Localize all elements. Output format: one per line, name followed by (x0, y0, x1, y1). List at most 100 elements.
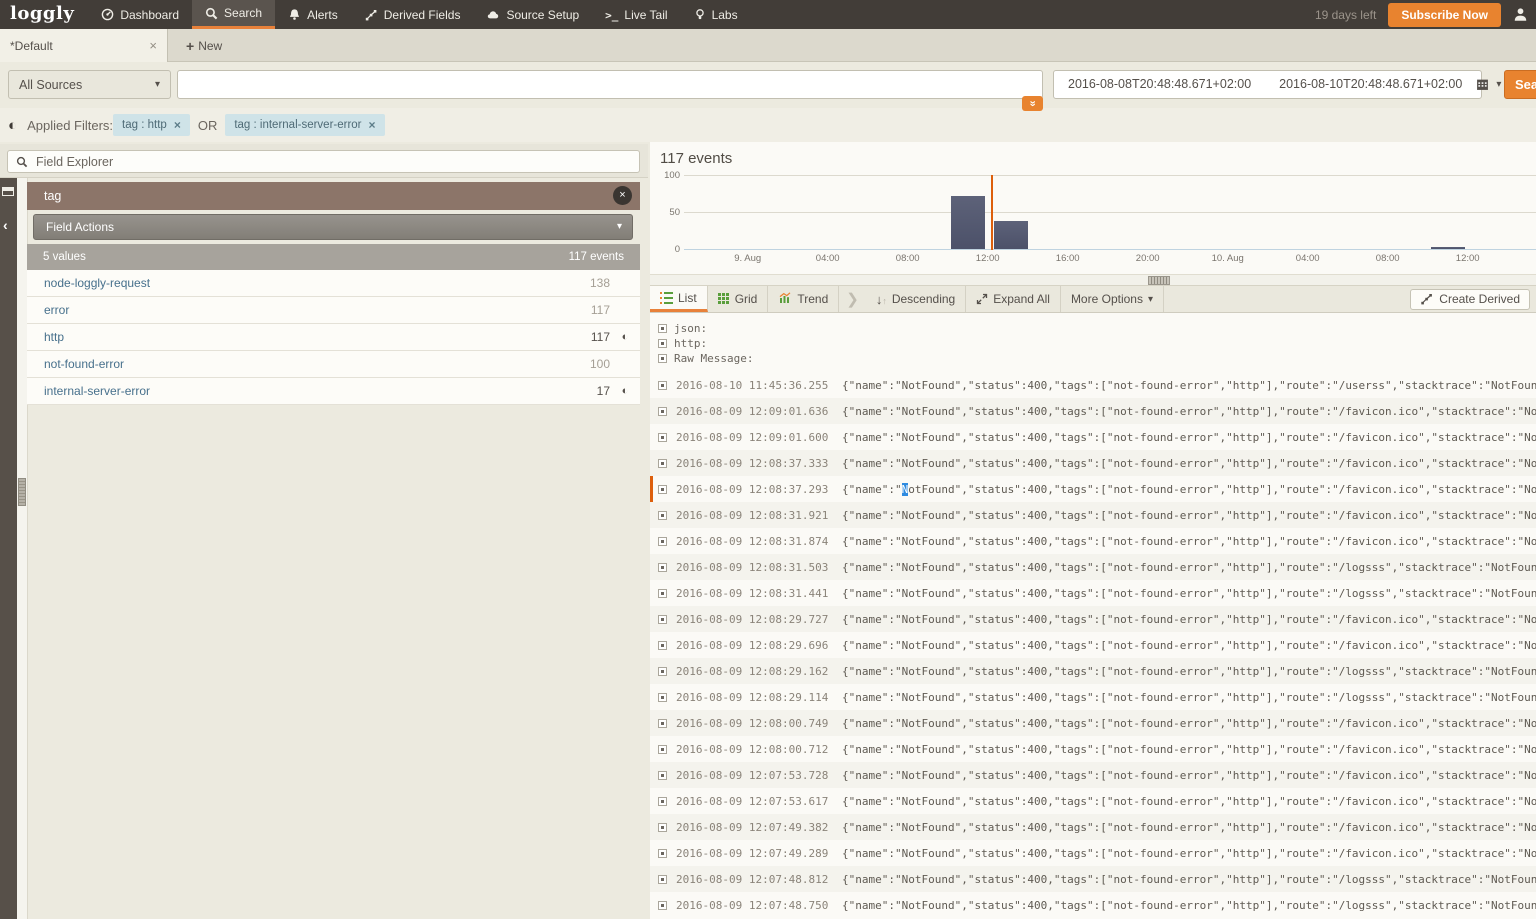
field-value-row[interactable]: internal-server-error 17 ◐ (27, 378, 640, 405)
log-event-row[interactable]: 2016-08-09 12:08:37.333 {"name":"NotFound… (650, 450, 1536, 476)
close-icon[interactable]: × (174, 118, 181, 132)
histogram-bar[interactable] (951, 195, 986, 249)
date-from-field[interactable]: 2016-08-08T20:48:48.671+02:00 (1054, 71, 1265, 98)
new-tab-button[interactable]: + New (186, 29, 222, 62)
field-explorer-search[interactable]: Field Explorer (7, 150, 640, 173)
expand-icon[interactable] (658, 432, 667, 442)
view-button-grid[interactable]: Grid (708, 286, 769, 312)
more-options-button[interactable]: More Options ▾ (1061, 286, 1164, 312)
scrollbar-thumb[interactable] (18, 478, 26, 506)
log-event-row[interactable]: 2016-08-09 12:08:37.293 {"name":"NotFound… (650, 476, 1536, 502)
expand-icon[interactable] (658, 822, 667, 832)
expand-icon[interactable] (658, 354, 667, 363)
expand-icon[interactable] (658, 562, 667, 572)
log-field-header[interactable]: json: (650, 321, 1536, 336)
filter-active-icon[interactable]: ◐ (610, 385, 640, 397)
collapse-panel-icon[interactable]: ‹ (3, 218, 8, 232)
log-field-header[interactable]: http: (650, 336, 1536, 351)
field-value-row[interactable]: error 117 (27, 297, 640, 324)
log-event-row[interactable]: 2016-08-09 12:08:31.441 {"name":"NotFound… (650, 580, 1536, 606)
log-event-row[interactable]: 2016-08-09 12:08:00.749 {"name":"NotFound… (650, 710, 1536, 736)
nav-item-source-setup[interactable]: Source Setup (473, 0, 592, 29)
log-event-row[interactable]: 2016-08-09 12:08:00.712 {"name":"NotFound… (650, 736, 1536, 762)
log-event-row[interactable]: 2016-08-09 12:07:48.750 {"name":"NotFound… (650, 892, 1536, 918)
search-button[interactable]: Search (1504, 70, 1536, 99)
log-event-row[interactable]: 2016-08-09 12:08:29.696 {"name":"NotFound… (650, 632, 1536, 658)
field-value-row[interactable]: node-loggly-request 138 (27, 270, 640, 297)
field-value-name[interactable]: internal-server-error (44, 384, 150, 398)
log-event-row[interactable]: 2016-08-09 12:09:01.600 {"name":"NotFound… (650, 424, 1536, 450)
expand-icon[interactable] (658, 640, 667, 650)
expand-query-button[interactable]: » (1022, 96, 1043, 111)
expand-icon[interactable] (658, 484, 667, 494)
nav-item-dashboard[interactable]: Dashboard (88, 0, 192, 29)
expand-icon[interactable] (658, 796, 667, 806)
search-query-input[interactable] (177, 70, 1043, 99)
log-field-header[interactable]: Raw Message: (650, 351, 1536, 366)
expand-icon[interactable] (658, 744, 667, 754)
tab-close-icon[interactable]: × (149, 38, 157, 53)
date-to-field[interactable]: 2016-08-10T20:48:48.671+02:00 (1265, 71, 1476, 98)
log-event-row[interactable]: 2016-08-09 12:09:01.636 {"name":"NotFound… (650, 398, 1536, 424)
expand-icon[interactable] (658, 848, 667, 858)
filter-active-icon[interactable]: ◐ (610, 331, 640, 343)
log-event-row[interactable]: 2016-08-09 12:08:31.503 {"name":"NotFound… (650, 554, 1536, 580)
panel-icon[interactable] (2, 187, 14, 196)
log-event-row[interactable]: 2016-08-09 12:07:49.382 {"name":"NotFound… (650, 814, 1536, 840)
field-value-row[interactable]: http 117 ◐ (27, 324, 640, 351)
field-value-name[interactable]: http (44, 330, 64, 344)
expand-icon[interactable] (658, 874, 667, 884)
log-event-row[interactable]: 2016-08-09 12:07:53.728 {"name":"NotFound… (650, 762, 1536, 788)
nav-item-derived-fields[interactable]: Derived Fields (351, 0, 474, 29)
scrubber-grip[interactable] (1148, 276, 1170, 285)
view-button-list[interactable]: List (650, 286, 708, 312)
field-actions-dropdown[interactable]: Field Actions ▾ (33, 214, 633, 240)
create-derived-button[interactable]: Create Derived (1410, 288, 1530, 310)
user-menu[interactable] (1513, 7, 1528, 22)
subscribe-now-button[interactable]: Subscribe Now (1388, 2, 1501, 27)
sort-order-button[interactable]: ↓↑ Descending (866, 286, 967, 312)
filter-chip[interactable]: tag : http × (113, 114, 190, 136)
nav-item-alerts[interactable]: Alerts (275, 0, 351, 29)
nav-item-labs[interactable]: Labs (681, 0, 751, 29)
log-event-row[interactable]: 2016-08-09 12:07:48.812 {"name":"NotFound… (650, 866, 1536, 892)
expand-icon[interactable] (658, 900, 667, 910)
timeline-scrubber[interactable] (650, 274, 1536, 286)
expand-icon[interactable] (658, 692, 667, 702)
histogram-bar[interactable] (994, 220, 1029, 249)
log-event-row[interactable]: 2016-08-09 12:08:31.921 {"name":"NotFound… (650, 502, 1536, 528)
view-button-trend[interactable]: Trend (768, 286, 840, 312)
expand-icon[interactable] (658, 406, 667, 416)
expand-icon[interactable] (658, 324, 667, 333)
filter-chip[interactable]: tag : internal-server-error × (225, 114, 385, 136)
close-field-button[interactable]: × (613, 186, 632, 205)
expand-all-button[interactable]: Expand All (966, 286, 1061, 312)
loggly-logo[interactable]: loggly (0, 0, 88, 29)
tab-default[interactable]: *Default × (0, 29, 168, 62)
field-value-name[interactable]: error (44, 303, 69, 317)
log-event-row[interactable]: 2016-08-09 12:07:53.617 {"name":"NotFound… (650, 788, 1536, 814)
field-value-row[interactable]: not-found-error 100 (27, 351, 640, 378)
expand-icon[interactable] (658, 718, 667, 728)
filter-toggle-icon[interactable]: ◐ (8, 117, 17, 134)
expand-icon[interactable] (658, 770, 667, 780)
field-value-name[interactable]: not-found-error (44, 357, 124, 371)
expand-icon[interactable] (658, 380, 667, 390)
log-event-row[interactable]: 2016-08-10 11:45:36.255 {"name":"NotFound… (650, 372, 1536, 398)
expand-icon[interactable] (658, 458, 667, 468)
nav-item-search[interactable]: Search (192, 0, 276, 29)
expand-icon[interactable] (658, 614, 667, 624)
log-event-row[interactable]: 2016-08-09 12:08:29.727 {"name":"NotFound… (650, 606, 1536, 632)
log-event-row[interactable]: 2016-08-09 12:08:29.114 {"name":"NotFound… (650, 684, 1536, 710)
close-icon[interactable]: × (369, 118, 376, 132)
field-value-name[interactable]: node-loggly-request (44, 276, 150, 290)
log-event-row[interactable]: 2016-08-09 12:08:29.162 {"name":"NotFound… (650, 658, 1536, 684)
expand-icon[interactable] (658, 588, 667, 598)
nav-item-live-tail[interactable]: >_ Live Tail (592, 0, 680, 29)
expand-icon[interactable] (658, 536, 667, 546)
expand-icon[interactable] (658, 339, 667, 348)
expand-icon[interactable] (658, 510, 667, 520)
histogram-bar[interactable] (1431, 247, 1466, 249)
expand-icon[interactable] (658, 666, 667, 676)
log-event-row[interactable]: 2016-08-09 12:07:49.289 {"name":"NotFound… (650, 840, 1536, 866)
